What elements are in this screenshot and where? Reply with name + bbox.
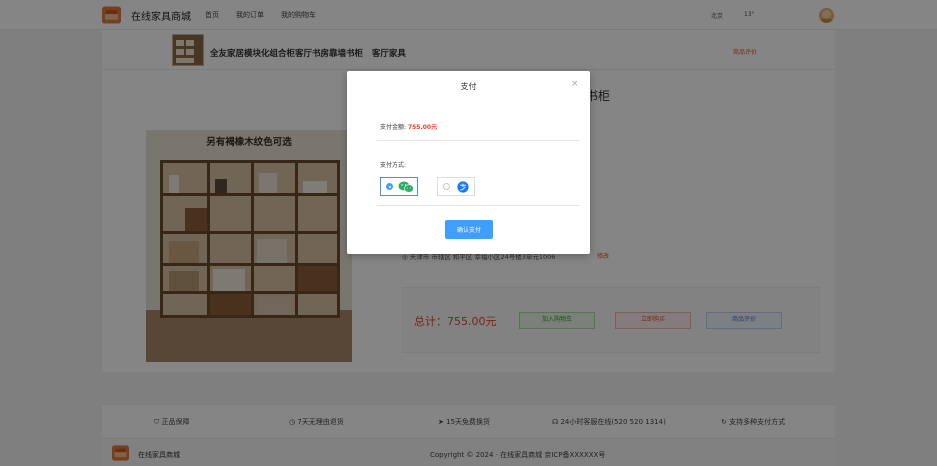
radio-selected-icon xyxy=(386,183,393,190)
close-icon[interactable]: × xyxy=(571,79,579,89)
payment-amount: 支付金额: 755.00元 xyxy=(380,124,438,131)
alipay-option[interactable] xyxy=(437,177,475,196)
radio-unselected-icon xyxy=(443,183,450,190)
dialog-divider xyxy=(377,140,580,141)
dialog-title: 支付 xyxy=(460,82,477,91)
payment-dialog: 支付 × 支付金额: 755.00元 支付方式: 确认支付 xyxy=(347,71,590,254)
confirm-payment-button[interactable]: 确认支付 xyxy=(445,220,493,239)
wechat-pay-icon xyxy=(398,181,414,193)
dialog-divider-bottom xyxy=(377,205,580,206)
payment-amount-value: 755.00元 xyxy=(407,124,438,131)
wechat-pay-option[interactable] xyxy=(380,177,418,196)
payment-method-label: 支付方式: xyxy=(380,162,407,169)
alipay-icon xyxy=(457,181,469,193)
